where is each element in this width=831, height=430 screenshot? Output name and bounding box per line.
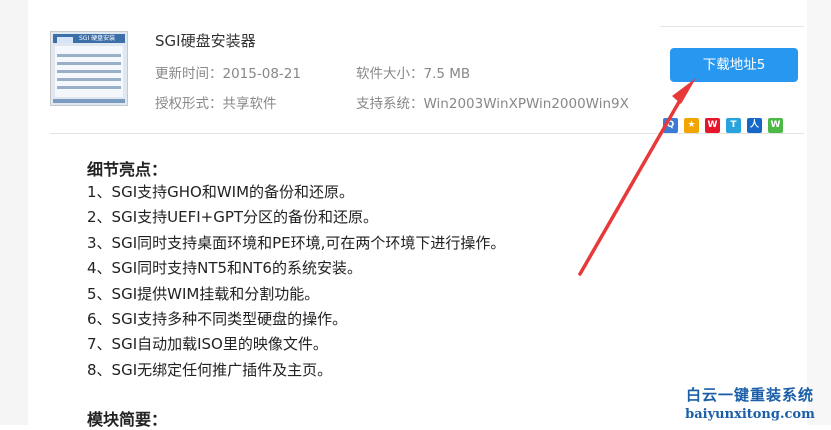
watermark-url: baiyunxitong.com: [685, 407, 815, 422]
watermark-title: 白云一键重装系统: [685, 386, 814, 404]
annotation-arrow-icon: [578, 78, 696, 276]
watermark: 白云一键重装系统 baiyunxitong.com: [682, 384, 818, 422]
